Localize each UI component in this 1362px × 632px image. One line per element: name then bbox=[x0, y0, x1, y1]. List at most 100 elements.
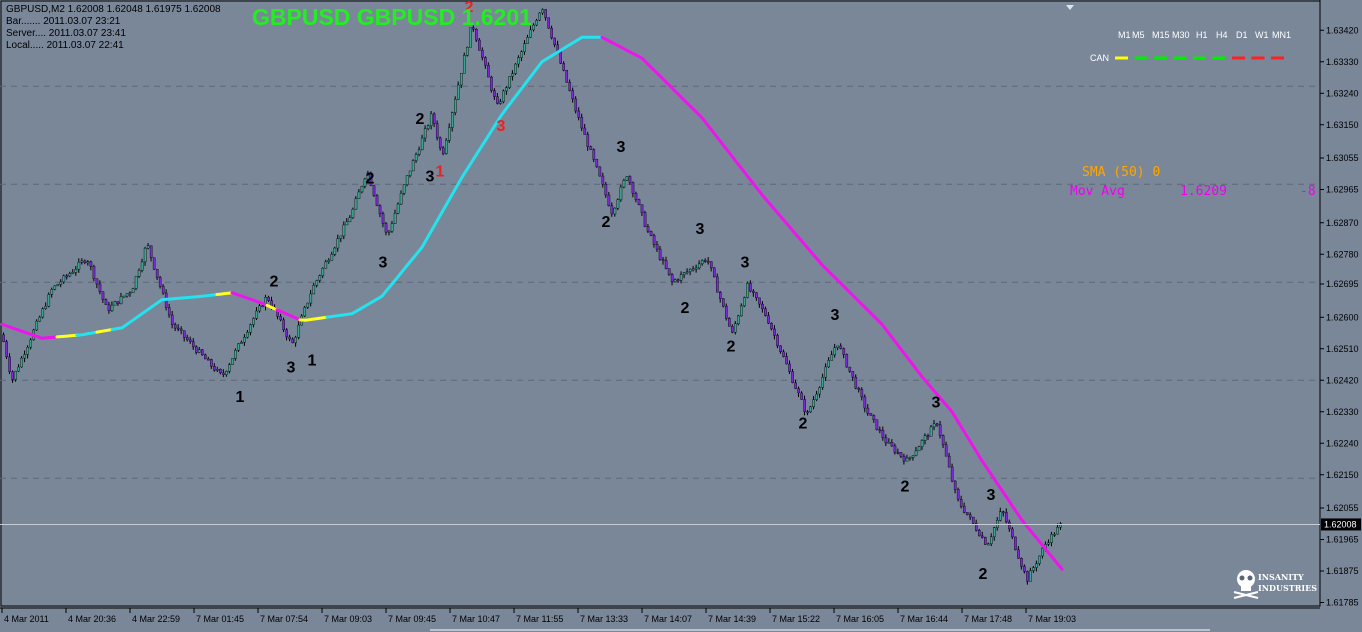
candle-body bbox=[586, 134, 590, 147]
candle-body bbox=[806, 411, 809, 414]
candle-body bbox=[896, 452, 900, 454]
candle-body bbox=[800, 392, 803, 400]
candle-body bbox=[782, 351, 785, 357]
candle-body bbox=[98, 283, 102, 293]
ma-segment-flat bbox=[298, 315, 329, 322]
wave-label: 2 bbox=[901, 478, 910, 495]
candle-body bbox=[173, 324, 177, 329]
candle-body bbox=[23, 354, 26, 359]
candle-body bbox=[447, 127, 451, 141]
candle-body bbox=[411, 160, 415, 172]
candle-body bbox=[950, 466, 954, 482]
price-tick-label: 1.62965 bbox=[1326, 185, 1359, 195]
wave-label: 3 bbox=[696, 221, 705, 238]
candle-body bbox=[725, 305, 728, 319]
shift-marker-icon bbox=[1066, 5, 1074, 10]
candlestick-series bbox=[2, 8, 1062, 585]
candle-body bbox=[631, 182, 635, 194]
can-dash bbox=[1251, 56, 1265, 60]
candle-body bbox=[731, 326, 734, 333]
candle-body bbox=[246, 332, 249, 338]
mov-avg-label: Mov Avg bbox=[1070, 184, 1125, 199]
candle-body bbox=[532, 24, 535, 31]
candle-body bbox=[414, 154, 418, 161]
candle-body bbox=[734, 323, 737, 333]
candle-body bbox=[752, 290, 755, 293]
candle-body bbox=[646, 226, 650, 232]
candle-body bbox=[697, 263, 701, 269]
candle-body bbox=[89, 261, 93, 267]
price-tick-label: 1.62330 bbox=[1326, 407, 1359, 417]
candle-body bbox=[390, 223, 394, 232]
candle-body bbox=[378, 205, 382, 214]
candle-body bbox=[664, 260, 668, 269]
candle-body bbox=[709, 261, 713, 269]
candle-body bbox=[932, 423, 936, 428]
candle-body bbox=[62, 275, 66, 283]
can-dash bbox=[1134, 56, 1148, 60]
candle-body bbox=[59, 281, 63, 285]
candle-body bbox=[541, 9, 544, 14]
candle-body bbox=[288, 336, 291, 340]
candle-body bbox=[845, 354, 849, 368]
candle-body bbox=[667, 268, 671, 275]
candle-body bbox=[17, 366, 20, 372]
candle-body bbox=[601, 175, 605, 185]
wave-label: 3 bbox=[426, 169, 435, 186]
candle-body bbox=[550, 27, 553, 39]
can-dash bbox=[1154, 56, 1167, 60]
candle-body bbox=[980, 535, 984, 538]
candle-body bbox=[740, 305, 743, 317]
candle-body bbox=[393, 213, 397, 224]
price-tick-label: 1.61965 bbox=[1326, 535, 1359, 545]
candle-body bbox=[824, 366, 828, 378]
candle-body bbox=[1050, 533, 1053, 543]
wave-label: 3 bbox=[932, 394, 941, 411]
candle-body bbox=[107, 304, 111, 312]
candle-body bbox=[977, 530, 981, 537]
candle-body bbox=[460, 73, 463, 86]
ma-segment-flat bbox=[265, 303, 279, 312]
candle-body bbox=[336, 238, 340, 249]
candle-body bbox=[728, 318, 731, 327]
insanity-industries-logo: INSANITY INDUSTRIES bbox=[1232, 562, 1317, 602]
candle-body bbox=[128, 292, 132, 295]
candle-body bbox=[794, 382, 797, 389]
current-price-label: 1.62008 bbox=[1324, 519, 1357, 529]
candle-body bbox=[189, 339, 192, 342]
candle-body bbox=[29, 339, 33, 348]
candle-body bbox=[619, 186, 623, 200]
candle-body bbox=[538, 12, 541, 21]
candle-body bbox=[417, 149, 421, 155]
candle-body bbox=[776, 335, 779, 347]
candle-body bbox=[192, 341, 195, 348]
candle-body bbox=[987, 543, 990, 546]
candle-body bbox=[505, 87, 508, 92]
candle-body bbox=[953, 480, 957, 490]
candle-body bbox=[917, 446, 921, 452]
chart-window[interactable]: 123123231231232323232332 1.634201.633301… bbox=[0, 0, 1362, 632]
time-tick-label: 7 Mar 01:45 bbox=[196, 614, 244, 624]
candle-body bbox=[836, 345, 840, 348]
candle-body bbox=[249, 324, 252, 333]
time-tick-label: 7 Mar 07:54 bbox=[260, 614, 308, 624]
candle-body bbox=[905, 457, 909, 462]
candle-body bbox=[502, 90, 505, 102]
wave-label: 3 bbox=[617, 139, 626, 156]
candle-body bbox=[185, 337, 189, 341]
candle-body bbox=[902, 456, 906, 462]
candle-body bbox=[125, 293, 129, 297]
candle-body bbox=[158, 277, 162, 287]
candle-body bbox=[767, 315, 770, 324]
candle-body bbox=[758, 297, 761, 305]
candle-body bbox=[764, 308, 767, 316]
candle-body bbox=[8, 356, 11, 372]
candle-body bbox=[520, 51, 523, 58]
can-dash bbox=[1173, 56, 1187, 60]
candle-body bbox=[535, 20, 538, 26]
candle-body bbox=[893, 445, 897, 453]
chart-canvas[interactable]: 123123231231232323232332 1.634201.633301… bbox=[0, 0, 1362, 632]
candle-body bbox=[971, 516, 975, 524]
candle-body bbox=[101, 291, 105, 300]
can-dash bbox=[1212, 56, 1226, 60]
